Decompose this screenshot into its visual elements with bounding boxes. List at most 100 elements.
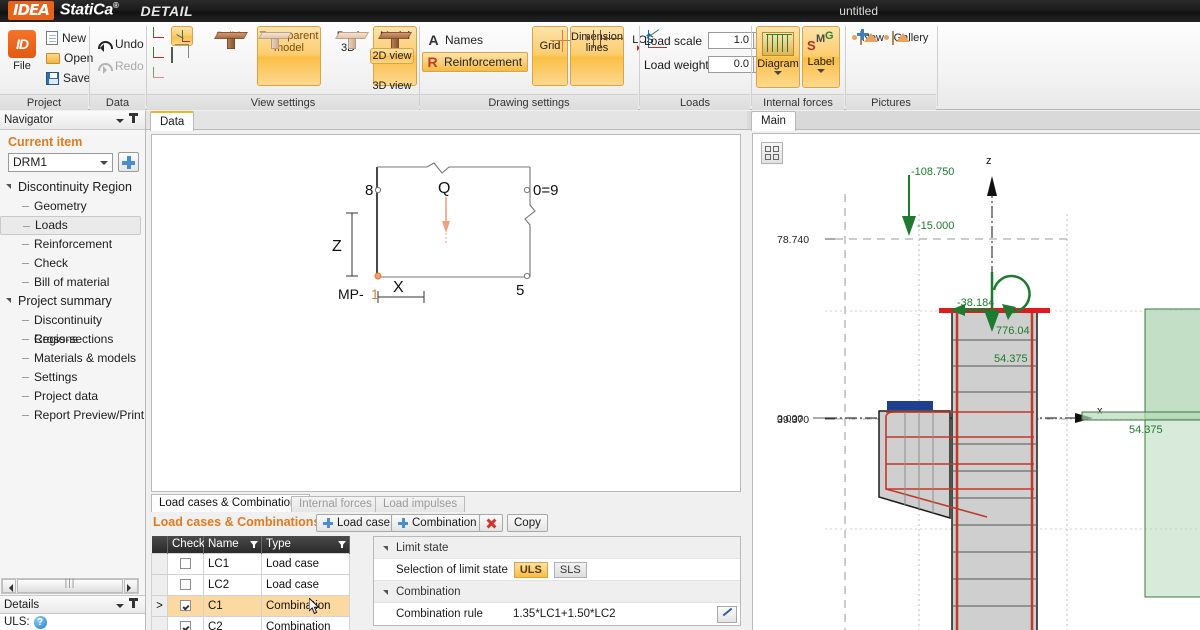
view-2d-button[interactable]: 2D view xyxy=(370,48,414,64)
diagram-dropdown-arrow[interactable] xyxy=(774,71,782,75)
grid-button[interactable]: Grid xyxy=(532,26,568,86)
view-axis-xy-icon[interactable] xyxy=(151,26,169,42)
tree-node-check[interactable]: Check xyxy=(0,254,145,273)
copy-button[interactable]: Copy xyxy=(507,514,548,532)
tab-internal-forces[interactable]: Internal forces xyxy=(291,496,380,512)
dimension-lines-button[interactable]: Dimension lines xyxy=(570,26,624,86)
scroll-right-arrow-icon[interactable] xyxy=(124,579,138,593)
navigator-horizontal-scrollbar[interactable] xyxy=(1,578,139,594)
open-button[interactable]: Open xyxy=(44,48,95,68)
details-chevron-down-icon[interactable] xyxy=(113,598,127,612)
add-combination-button[interactable]: Combination xyxy=(391,514,484,532)
table-row[interactable]: LC2 Load case xyxy=(152,574,350,595)
tree-node-bill-of-material[interactable]: Bill of material xyxy=(0,273,145,292)
delete-button[interactable] xyxy=(479,514,503,532)
checkbox-icon[interactable] xyxy=(180,558,191,569)
tree-node-settings[interactable]: Settings xyxy=(0,368,145,387)
expander-icon[interactable] xyxy=(6,298,11,303)
tree-node-reinforcement[interactable]: Reinforcement xyxy=(0,235,145,254)
gallery-button[interactable]: Gallery xyxy=(888,32,932,44)
scroll-thumb[interactable] xyxy=(17,579,123,593)
new-button[interactable]: New xyxy=(44,28,88,48)
tab-load-cases-combinations[interactable]: Load cases & Combinations xyxy=(151,494,310,512)
names-button[interactable]: A Names xyxy=(424,30,485,50)
ribbon-group-drawing-title: Drawing settings xyxy=(420,94,638,110)
filter-funnel-icon[interactable] xyxy=(250,541,258,548)
load-weight-input[interactable]: 0.0 xyxy=(708,56,754,73)
help-icon[interactable]: ? xyxy=(34,616,47,629)
tree-label: Project data xyxy=(34,389,98,403)
checkbox-icon[interactable] xyxy=(180,600,191,611)
tab-main[interactable]: Main xyxy=(751,111,796,131)
geometry-drawing-canvas[interactable]: 8 0=9 5 MP- 1 Q Z X xyxy=(151,134,741,492)
real-3d-button[interactable]: Real 3D xyxy=(325,26,371,86)
main-view-canvas[interactable]: z x 78.740 39.370 0.000 xyxy=(752,133,1200,630)
tree-node-materials-models[interactable]: Materials & models xyxy=(0,349,145,368)
header-name[interactable]: Name xyxy=(204,536,262,553)
add-load-case-button[interactable]: Load case xyxy=(316,514,397,532)
row-check[interactable] xyxy=(168,574,204,595)
filter-funnel-icon[interactable] xyxy=(338,541,346,548)
header-type[interactable]: Type xyxy=(262,536,350,553)
tree-node-discontinuity-regions[interactable]: Discontinuity Regions xyxy=(0,311,145,330)
expander-icon[interactable] xyxy=(6,184,11,189)
row-check[interactable] xyxy=(168,595,204,616)
chevron-down-icon[interactable] xyxy=(113,113,127,127)
table-row[interactable]: C2 Combination xyxy=(152,616,350,630)
tree-node-discontinuity-region[interactable]: Discontinuity Region xyxy=(0,178,145,197)
details-header: Details xyxy=(0,595,145,614)
solid-view-button[interactable]: Solid xyxy=(203,26,253,86)
header-check[interactable]: Check xyxy=(168,536,204,553)
property-group-combination[interactable]: Combination xyxy=(374,581,740,603)
pin-icon[interactable] xyxy=(127,113,141,127)
save-button[interactable]: Save xyxy=(44,68,92,88)
reinforcement-button[interactable]: R Reinforcement xyxy=(422,52,528,72)
tree-node-project-data[interactable]: Project data xyxy=(0,387,145,406)
file-button-label: File xyxy=(13,60,31,72)
label-dropdown-arrow[interactable] xyxy=(817,69,825,73)
group-expander-icon[interactable] xyxy=(374,586,396,598)
label-button[interactable]: S M G Label xyxy=(802,26,840,88)
details-body: ULS: ? xyxy=(0,614,145,630)
ribbon-group-loads-title: Loads xyxy=(640,94,750,110)
tab-load-impulses[interactable]: Load impulses xyxy=(375,496,465,512)
row-check[interactable] xyxy=(168,553,204,574)
table-row[interactable]: > C1 Combination xyxy=(152,595,350,616)
limit-state-label: Selection of limit state xyxy=(396,564,508,576)
uls-toggle[interactable]: ULS xyxy=(514,562,548,578)
property-group-limit-state[interactable]: Limit state xyxy=(374,537,740,559)
undo-button[interactable]: Undo xyxy=(94,34,146,54)
checkbox-icon[interactable] xyxy=(180,579,191,590)
transparent-model-button[interactable]: Transparent model xyxy=(257,26,321,86)
diagram-button[interactable]: Diagram xyxy=(756,26,800,88)
redo-button[interactable]: Redo xyxy=(94,56,146,76)
main-tabstrip: Main xyxy=(747,111,1200,130)
view-iso-button[interactable] xyxy=(171,26,193,46)
tree-node-report-preview-print[interactable]: Report Preview/Print xyxy=(0,406,145,425)
view-3d-button[interactable]: 3D view xyxy=(370,78,414,94)
zoom-to-fit-button[interactable] xyxy=(761,142,783,164)
current-item-combo[interactable]: DRM1 xyxy=(8,153,113,172)
load-scale-input[interactable]: 1.0 xyxy=(708,32,754,49)
tree-node-loads[interactable]: Loads xyxy=(0,216,141,235)
checkbox-icon[interactable] xyxy=(180,621,191,630)
table-row[interactable]: LC1 Load case xyxy=(152,553,350,574)
logo-statica-text: StatiCa® xyxy=(60,1,119,19)
tree-node-geometry[interactable]: Geometry xyxy=(0,197,145,216)
edit-pencil-icon[interactable] xyxy=(717,606,737,623)
details-pin-icon[interactable] xyxy=(127,598,141,612)
tree-node-project-summary[interactable]: Project summary xyxy=(0,292,145,311)
tree-node-cross-sections[interactable]: Cross-sections xyxy=(0,330,145,349)
view-axis-xz-icon[interactable] xyxy=(151,46,169,62)
group-expander-icon[interactable] xyxy=(374,542,396,554)
file-button[interactable]: ID File xyxy=(4,30,40,72)
tree-label: Cross-sections xyxy=(34,332,113,346)
scroll-left-arrow-icon[interactable] xyxy=(2,579,16,593)
current-item-label: Current item xyxy=(0,130,145,151)
tab-data[interactable]: Data xyxy=(150,111,194,131)
sls-toggle[interactable]: SLS xyxy=(554,562,587,578)
view-cube-button[interactable] xyxy=(171,48,173,62)
row-check[interactable] xyxy=(168,616,204,630)
view-axis-yz-icon[interactable] xyxy=(151,66,169,82)
add-item-button[interactable] xyxy=(118,152,139,172)
